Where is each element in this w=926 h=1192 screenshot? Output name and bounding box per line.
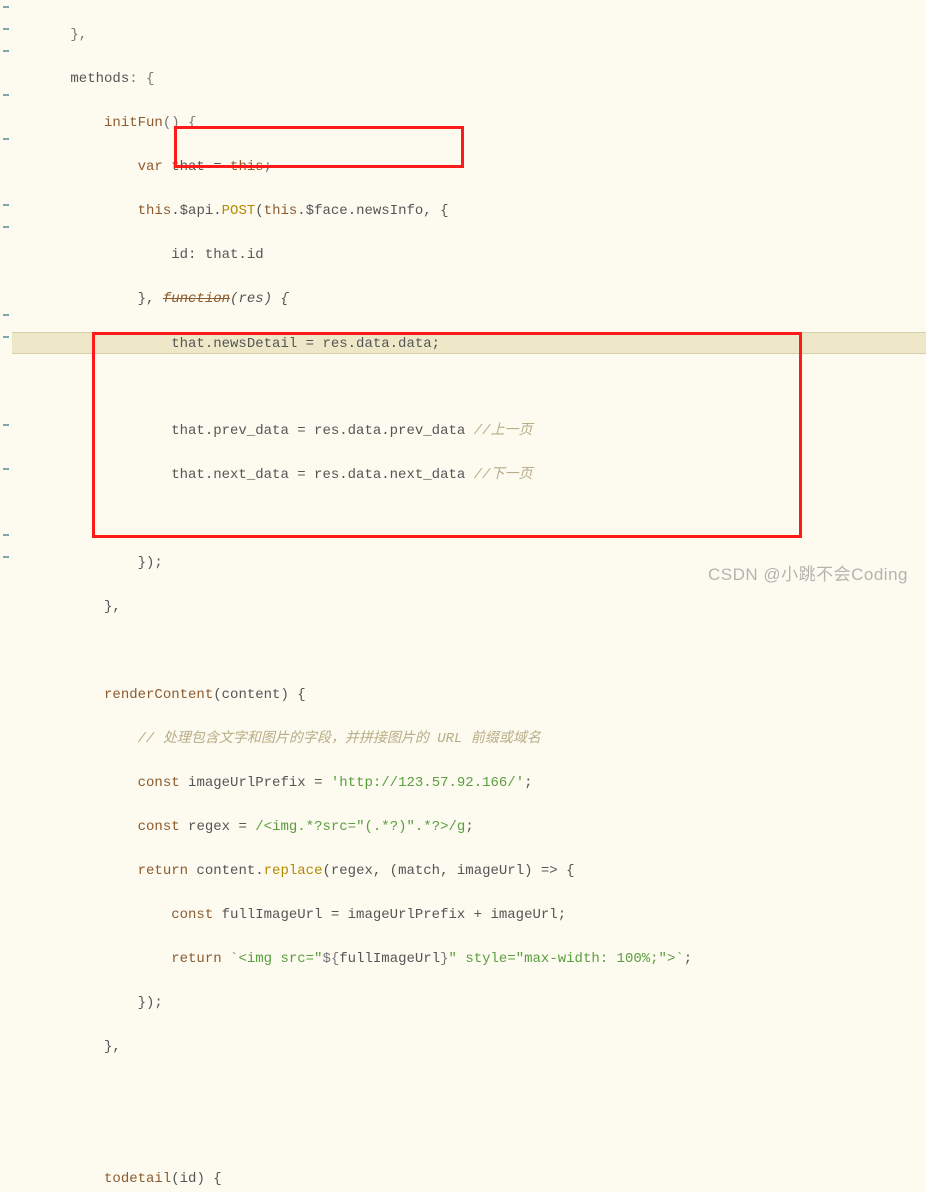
fold-marker (3, 50, 9, 52)
code-line: methods: { (12, 68, 926, 90)
code-line (12, 376, 926, 398)
code-line (12, 1124, 926, 1146)
watermark: CSDN @小跳不会Coding (708, 564, 908, 586)
fold-marker (3, 534, 9, 536)
code-line: }, function(res) { (12, 288, 926, 310)
fold-marker (3, 314, 9, 316)
code-line: return `<img src="${fullImageUrl}" style… (12, 948, 926, 970)
code-line: renderContent(content) { (12, 684, 926, 706)
code-line: }, (12, 1036, 926, 1058)
gutter (0, 0, 12, 596)
code-line: todetail(id) { (12, 1168, 926, 1190)
code-line (12, 508, 926, 530)
code-line: }, (12, 24, 926, 46)
fold-marker (3, 204, 9, 206)
fold-marker (3, 336, 9, 338)
fold-marker (3, 138, 9, 140)
code-line: this.$api.POST(this.$face.newsInfo, { (12, 200, 926, 222)
fold-marker (3, 226, 9, 228)
code-editor[interactable]: }, methods: { initFun() { var that = thi… (12, 0, 926, 1192)
code-line (12, 1080, 926, 1102)
code-line: return content.replace(regex, (match, im… (12, 860, 926, 882)
fold-marker (3, 556, 9, 558)
code-line: const regex = /<img.*?src="(.*?)".*?>/g; (12, 816, 926, 838)
fold-marker (3, 424, 9, 426)
fold-marker (3, 28, 9, 30)
code-line: const imageUrlPrefix = 'http://123.57.92… (12, 772, 926, 794)
code-line: }); (12, 992, 926, 1014)
code-line: var that = this; (12, 156, 926, 178)
code-line: id: that.id (12, 244, 926, 266)
fold-marker (3, 468, 9, 470)
code-line: initFun() { (12, 112, 926, 134)
code-line: // 处理包含文字和图片的字段，并拼接图片的 URL 前缀或域名 (12, 728, 926, 750)
code-line: that.prev_data = res.data.prev_data //上一… (12, 420, 926, 442)
code-line: that.next_data = res.data.next_data //下一… (12, 464, 926, 486)
code-line-highlighted: that.newsDetail = res.data.data; (12, 332, 926, 354)
code-line: }, (12, 596, 926, 618)
code-line: const fullImageUrl = imageUrlPrefix + im… (12, 904, 926, 926)
fold-marker (3, 6, 9, 8)
fold-marker (3, 94, 9, 96)
code-line (12, 640, 926, 662)
